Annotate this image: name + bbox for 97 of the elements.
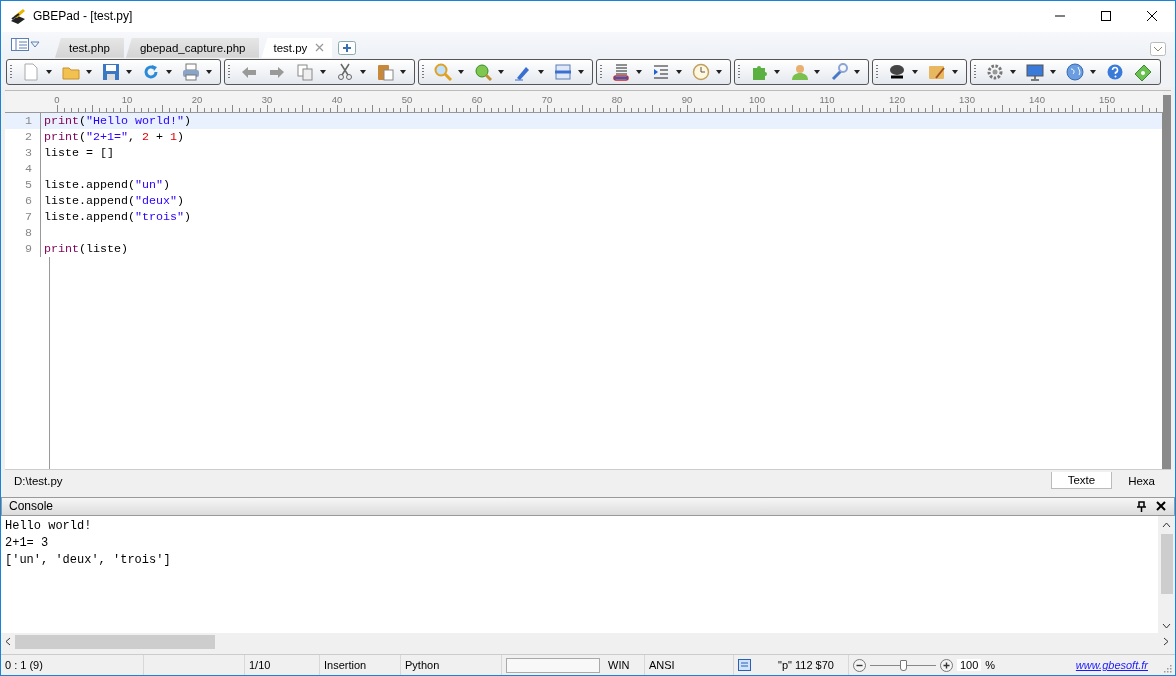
dropdown-caret-icon[interactable] (1010, 70, 1016, 75)
dropdown-caret-icon[interactable] (166, 70, 172, 75)
keyboard-icon[interactable] (738, 659, 751, 672)
console-output-line: 2+1= 3 (5, 535, 50, 552)
pin-icon[interactable] (1137, 500, 1146, 512)
view-tab[interactable]: Hexa (1112, 472, 1171, 489)
ruler-label: 50 (401, 93, 413, 105)
monitor-icon[interactable] (1026, 63, 1044, 82)
dropdown-caret-icon[interactable] (46, 70, 52, 75)
code-line: liste.append("un") (43, 176, 171, 193)
dropdown-caret-icon[interactable] (360, 70, 366, 75)
ruler-label: 140 (1029, 93, 1045, 105)
dropdown-caret-icon[interactable] (578, 70, 584, 75)
ruler-label: 130 (959, 93, 975, 105)
zoom-in-icon[interactable] (940, 658, 953, 672)
code-line: print(liste) (43, 240, 129, 257)
code-line: print("2+1=", 2 + 1) (43, 128, 185, 145)
dropdown-caret-icon[interactable] (1050, 70, 1056, 75)
website-link[interactable]: www.gbesoft.fr (1075, 659, 1148, 672)
dropdown-caret-icon[interactable] (86, 70, 92, 75)
scrollbar[interactable] (1158, 515, 1175, 634)
close-icon[interactable] (1146, 10, 1158, 23)
dropdown-caret-icon[interactable] (126, 70, 132, 75)
line-ending: WIN (604, 655, 645, 675)
panel-menu-icon[interactable] (11, 37, 41, 52)
zoom-value: 100 (957, 659, 982, 672)
ruler-label: 100 (749, 93, 765, 105)
list-icon[interactable] (554, 63, 572, 82)
dropdown-caret-icon[interactable] (854, 70, 860, 75)
file-path: D:\test.py (14, 474, 63, 487)
ruler-label: 80 (611, 93, 623, 105)
ruler-label: 40 (331, 93, 343, 105)
zoom-out-icon[interactable] (853, 658, 866, 672)
code-line: liste.append("trois") (43, 208, 192, 225)
dropdown-caret-icon[interactable] (400, 70, 406, 75)
character-info: "p" 112 $70 (774, 655, 849, 675)
gear-icon[interactable] (986, 63, 1004, 82)
app-logo-icon (9, 7, 27, 26)
dropdown-caret-icon[interactable] (774, 70, 780, 75)
dropdown-caret-icon[interactable] (458, 70, 464, 75)
dropdown-caret-icon[interactable] (912, 70, 918, 75)
chevron-down-icon[interactable] (1162, 623, 1171, 630)
dropdown-caret-icon[interactable] (1090, 70, 1096, 75)
file-tab[interactable]: test.php (55, 37, 124, 58)
zoom-unit: % (985, 659, 996, 672)
code-line: liste = [] (43, 144, 115, 161)
encoding: ANSI (645, 655, 734, 675)
view-tab[interactable]: Texte (1050, 472, 1113, 490)
file-tab[interactable]: test.py (261, 37, 333, 58)
dropdown-caret-icon[interactable] (716, 70, 722, 75)
floppy-icon[interactable] (102, 63, 120, 82)
chevron-left-icon[interactable] (5, 637, 11, 647)
ruler-label: 10 (121, 93, 133, 105)
dropdown-caret-icon[interactable] (676, 70, 682, 75)
ruler-label: 0 (54, 93, 60, 105)
puzzle-icon[interactable] (750, 63, 768, 82)
dropdown-caret-icon[interactable] (814, 70, 820, 75)
dropdown-caret-icon[interactable] (636, 70, 642, 75)
globe-icon[interactable] (1066, 63, 1084, 82)
ruler-label: 120 (889, 93, 905, 105)
chevron-up-icon[interactable] (1162, 521, 1171, 528)
chevron-down-icon[interactable] (1150, 41, 1166, 56)
console-output-line: ['un', 'deux', 'trois'] (5, 552, 172, 569)
close-icon[interactable] (1156, 501, 1166, 512)
help-icon[interactable] (1106, 63, 1124, 82)
console-output-line: Hello world! (5, 518, 93, 535)
scrollbar[interactable] (1162, 94, 1171, 469)
scissors-icon[interactable] (336, 63, 354, 82)
dropdown-caret-icon[interactable] (498, 70, 504, 75)
ruler-label: 70 (541, 93, 553, 105)
indent-icon[interactable] (652, 63, 670, 82)
dropdown-caret-icon[interactable] (206, 70, 212, 75)
edit-mode: Insertion (320, 655, 401, 675)
language: Python (401, 655, 502, 675)
maximize-icon[interactable] (1100, 10, 1112, 23)
ruler-label: 30 (261, 93, 273, 105)
ruler-label: 90 (681, 93, 693, 105)
add-tab-icon[interactable] (338, 40, 357, 55)
code-line: liste.append("deux") (43, 192, 185, 209)
file-tab[interactable]: gbepad_capture.php (125, 37, 260, 58)
console-title: Console (9, 499, 54, 514)
chevron-right-icon[interactable] (1163, 637, 1169, 647)
ruler-label: 150 (1099, 93, 1115, 105)
ruler-label: 60 (471, 93, 483, 105)
dropdown-caret-icon[interactable] (538, 70, 544, 75)
dropdown-caret-icon[interactable] (952, 70, 958, 75)
cursor-position: 0 : 1 (9) (1, 655, 144, 675)
lines-icon[interactable] (612, 63, 630, 82)
ruler-label: 20 (191, 93, 203, 105)
dropdown-caret-icon[interactable] (320, 70, 326, 75)
notepad-icon[interactable] (928, 63, 946, 82)
ruler-label: 110 (819, 93, 835, 105)
window-title: GBEPad - [test.py] (33, 9, 133, 24)
line-count: 1/10 (245, 655, 320, 675)
printer-icon[interactable] (182, 63, 200, 82)
resize-grip-icon[interactable] (1162, 663, 1172, 673)
clipboard-icon[interactable] (376, 63, 394, 82)
